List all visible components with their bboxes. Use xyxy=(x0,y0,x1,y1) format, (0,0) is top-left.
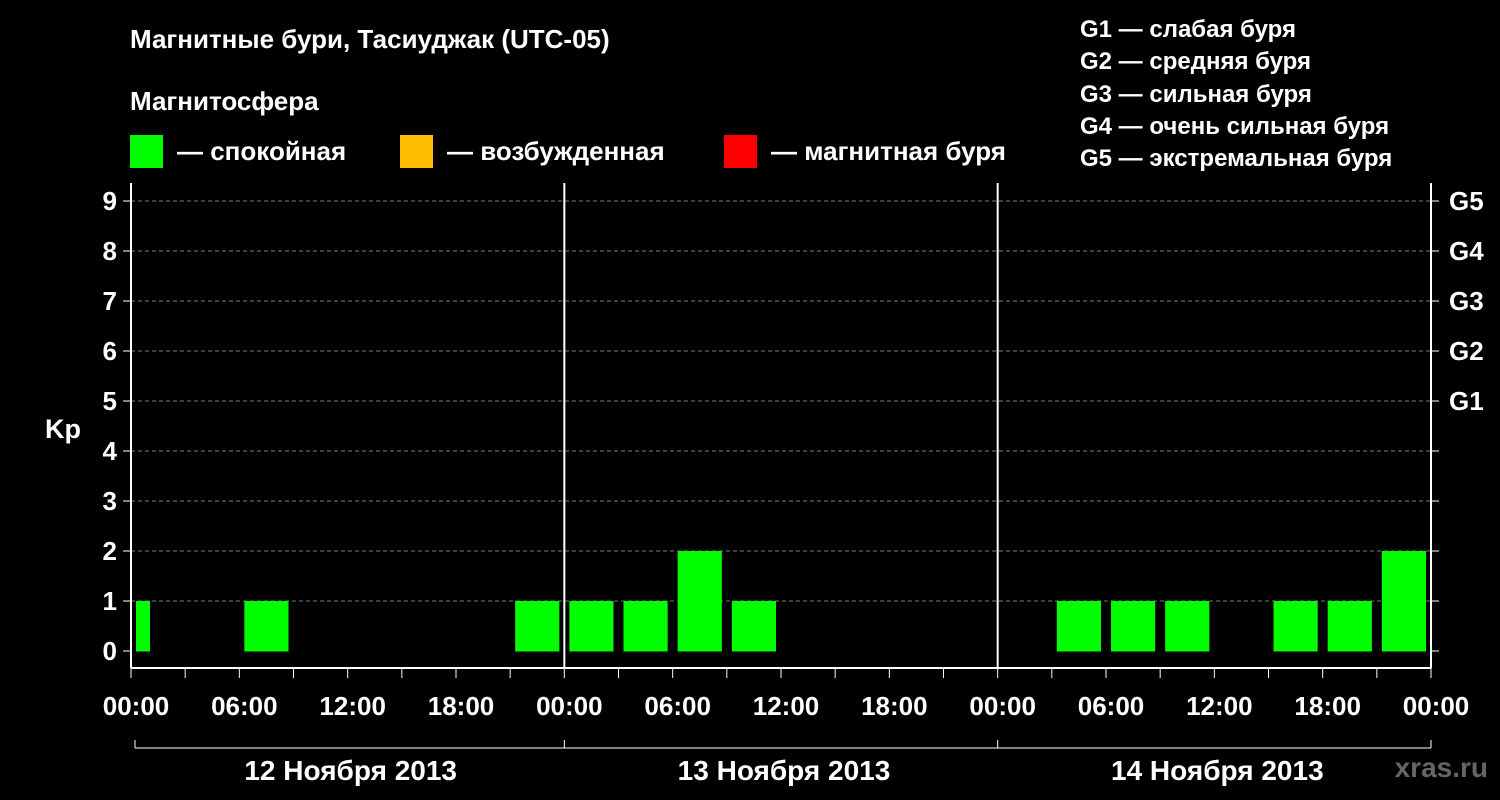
kp-bar xyxy=(569,601,614,652)
kp-bar xyxy=(136,601,150,652)
kp-bar xyxy=(1327,601,1372,652)
kp-bar xyxy=(731,601,776,652)
y-tick-label: 0 xyxy=(103,636,117,666)
y-tick-label: 2 xyxy=(103,536,117,566)
kp-bar xyxy=(244,601,289,652)
kp-bar xyxy=(1111,601,1156,652)
day-label: 14 Ноября 2013 xyxy=(1111,755,1324,786)
y-tick-label: 5 xyxy=(103,386,117,416)
watermark: xras.ru xyxy=(1394,752,1488,783)
y-tick-label: 1 xyxy=(103,586,117,616)
g-tick-label: G2 xyxy=(1449,336,1484,366)
y-tick-label: 4 xyxy=(103,436,118,466)
y-tick-label: 3 xyxy=(103,486,117,516)
kp-bar xyxy=(1165,601,1210,652)
x-tick-label: 00:00 xyxy=(536,691,603,721)
y-tick-label: 7 xyxy=(103,286,117,316)
x-tick-label: 00:00 xyxy=(103,691,170,721)
y-tick-label: 9 xyxy=(103,186,117,216)
x-tick-label: 06:00 xyxy=(644,691,711,721)
kp-bar xyxy=(1381,551,1426,652)
x-tick-label: 06:00 xyxy=(211,691,278,721)
kp-bar xyxy=(515,601,560,652)
kp-bar xyxy=(677,551,722,652)
x-tick-label: 18:00 xyxy=(861,691,928,721)
g-tick-label: G4 xyxy=(1449,236,1484,266)
x-tick-label: 18:00 xyxy=(428,691,495,721)
x-tick-label: 00:00 xyxy=(969,691,1036,721)
x-tick-label: 12:00 xyxy=(1186,691,1253,721)
x-tick-label: 12:00 xyxy=(319,691,386,721)
x-tick-label: 18:00 xyxy=(1294,691,1361,721)
x-tick-label: 00:00 xyxy=(1403,691,1470,721)
g-tick-label: G1 xyxy=(1449,386,1484,416)
day-label: 12 Ноября 2013 xyxy=(244,755,457,786)
y-axis-label: Kp xyxy=(45,414,81,444)
day-label: 13 Ноября 2013 xyxy=(678,755,891,786)
kp-bar xyxy=(1273,601,1318,652)
g-tick-label: G5 xyxy=(1449,186,1484,216)
y-tick-label: 8 xyxy=(103,236,117,266)
kp-bar xyxy=(1056,601,1101,652)
y-tick-label: 6 xyxy=(103,336,117,366)
x-tick-label: 12:00 xyxy=(753,691,820,721)
x-tick-label: 06:00 xyxy=(1078,691,1145,721)
g-tick-label: G3 xyxy=(1449,286,1484,316)
kp-bar-chart: 0 1 2 3 4 5 6 7 8 9 G1 G2 G3 G4 G5 Kp 00:00 06:00 12:00 18:… xyxy=(45,183,1484,786)
kp-bar xyxy=(623,601,668,652)
